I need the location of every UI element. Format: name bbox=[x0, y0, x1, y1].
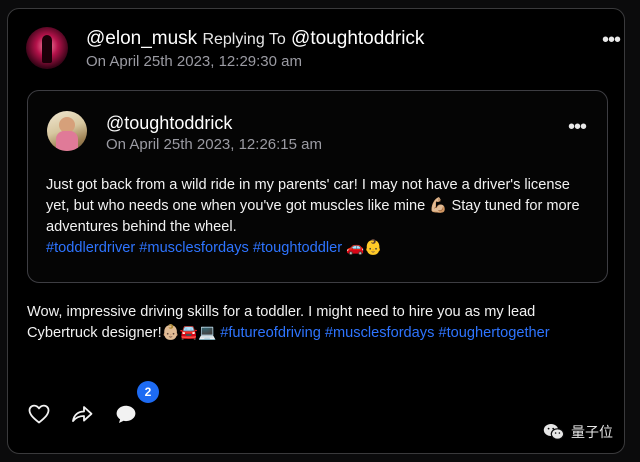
replying-to-handle[interactable]: @toughtoddrick bbox=[291, 28, 424, 49]
share-icon[interactable] bbox=[70, 402, 94, 426]
comment-icon[interactable] bbox=[114, 402, 138, 426]
hashtag[interactable]: #toddlerdriver bbox=[46, 240, 135, 256]
replying-to-label: Replying To bbox=[202, 31, 286, 48]
quoted-timestamp: On April 25th 2023, 12:26:15 am bbox=[106, 136, 322, 153]
hashtag[interactable]: #futureofdriving bbox=[220, 325, 321, 341]
watermark: 量子位 bbox=[543, 422, 613, 442]
author-avatar[interactable] bbox=[26, 27, 68, 69]
quoted-post[interactable]: @toughtoddrick On April 25th 2023, 12:26… bbox=[27, 90, 608, 283]
quoted-emoji: 🚗👶 bbox=[346, 240, 383, 256]
watermark-label: 量子位 bbox=[571, 424, 613, 440]
quoted-more-options-icon[interactable]: ••• bbox=[568, 117, 587, 137]
hashtag[interactable]: #toughtoddler bbox=[253, 240, 342, 256]
author-handle[interactable]: @elon_musk bbox=[86, 28, 197, 49]
post-body: Wow, impressive driving skills for a tod… bbox=[27, 302, 597, 344]
hashtag[interactable]: #musclesfordays bbox=[325, 325, 435, 341]
wechat-icon bbox=[543, 424, 565, 440]
more-options-icon[interactable]: ••• bbox=[602, 30, 621, 50]
hashtag[interactable]: #musclesfordays bbox=[139, 240, 249, 256]
quoted-author-handle[interactable]: @toughtoddrick bbox=[106, 113, 232, 134]
post-timestamp: On April 25th 2023, 12:29:30 am bbox=[86, 53, 302, 70]
post-header: @elon_musk Replying To @toughtoddrick bbox=[86, 28, 424, 50]
quoted-body: Just got back from a wild ride in my par… bbox=[46, 175, 586, 259]
heart-icon[interactable] bbox=[27, 402, 51, 426]
quoted-text: Just got back from a wild ride in my par… bbox=[46, 177, 580, 235]
hashtag[interactable]: #toughertogether bbox=[438, 325, 549, 341]
comment-count-badge: 2 bbox=[137, 381, 159, 403]
quoted-author-avatar[interactable] bbox=[47, 111, 87, 151]
